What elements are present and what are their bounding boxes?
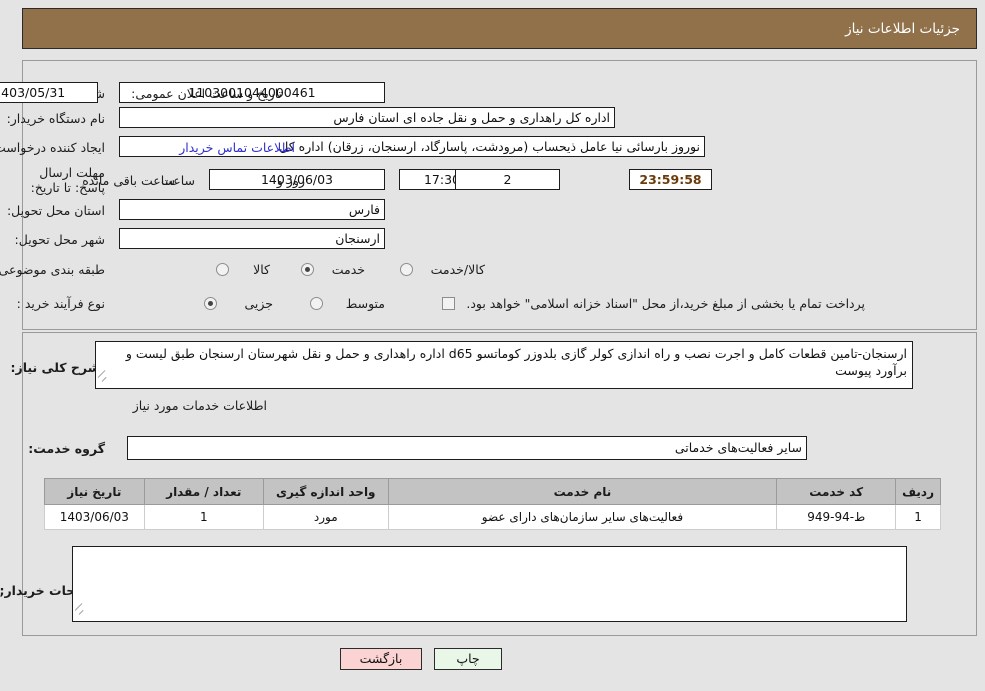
category-label: طبقه بندی موضوعی: xyxy=(0,262,105,277)
announcement-value: 1403/05/31 - 17:10 xyxy=(0,82,98,103)
process-label: نوع فرآیند خرید : xyxy=(16,296,105,311)
print-button[interactable]: چاپ xyxy=(434,648,502,670)
page-header: جزئیات اطلاعات نیاز xyxy=(22,8,977,49)
cell-unit: مورد xyxy=(262,504,389,530)
table-header-row: ردیف کد خدمت نام خدمت واحد اندازه گیری ت… xyxy=(44,478,941,505)
cell-radif: 1 xyxy=(895,504,941,530)
radio-label-kala-khedmat: کالا/خدمت xyxy=(430,262,485,277)
description-text: ارسنجان-تامین قطعات کامل و اجرت نصب و را… xyxy=(125,346,907,378)
buyer-contact-link[interactable]: اطلاعات تماس خریدار xyxy=(179,140,295,155)
page-root: جزئیات اطلاعات نیاز AnaTender.net شماره … xyxy=(0,0,985,691)
remaining-days-value: 2 xyxy=(455,169,560,190)
remaining-days-label: روز و xyxy=(276,173,305,188)
resize-grip-icon-2[interactable] xyxy=(75,610,85,620)
col-unit: واحد اندازه گیری xyxy=(262,478,389,505)
radio-label-kala: کالا xyxy=(253,262,270,277)
radio-label-motevaset: متوسط xyxy=(345,296,385,311)
radio-category-khedmat[interactable] xyxy=(301,263,314,276)
back-button[interactable]: بازگشت xyxy=(340,648,422,670)
province-label: استان محل تحویل: xyxy=(6,203,105,218)
radio-category-kala-khedmat[interactable] xyxy=(400,263,413,276)
countdown-value: 23:59:58 xyxy=(629,169,712,190)
payment-note-label: پرداخت تمام یا بخشی از مبلغ خرید،از محل … xyxy=(466,296,865,311)
radio-label-jozee: جزیی xyxy=(244,296,273,311)
buyer-org-value: اداره کل راهداری و حمل و نقل جاده ای است… xyxy=(119,107,615,128)
cell-code: ط-94-949 xyxy=(776,504,897,530)
announcement-label: تاریخ و ساعت اعلان عمومی: xyxy=(131,86,282,101)
services-table: ردیف کد خدمت نام خدمت واحد اندازه گیری ت… xyxy=(44,478,941,530)
col-radif: ردیف xyxy=(895,478,941,505)
radio-category-kala[interactable] xyxy=(216,263,229,276)
table-row: 1 ط-94-949 فعالیت‌های سایر سازمان‌های دا… xyxy=(44,504,941,530)
requester-label: ایجاد کننده درخواست: xyxy=(0,140,105,155)
page-title: جزئیات اطلاعات نیاز xyxy=(845,20,960,37)
city-value: ارسنجان xyxy=(119,228,385,249)
cell-name: فعالیت‌های سایر سازمان‌های دارای عضو xyxy=(387,504,778,530)
cell-qty: 1 xyxy=(143,504,264,530)
cell-date: 1403/06/03 xyxy=(44,504,145,530)
radio-process-jozee[interactable] xyxy=(204,297,217,310)
service-group-label: گروه خدمت: xyxy=(28,441,105,456)
countdown-label: ساعت باقی مانده xyxy=(82,173,175,188)
radio-label-khedmat: خدمت xyxy=(331,262,365,277)
city-label: شهر محل تحویل: xyxy=(14,232,105,247)
payment-note-checkbox[interactable] xyxy=(442,297,455,310)
services-section-title: اطلاعات خدمات مورد نیاز xyxy=(132,398,267,413)
buyer-org-label: نام دستگاه خریدار: xyxy=(6,111,105,126)
service-group-value: سایر فعالیت‌های خدماتی xyxy=(127,436,807,460)
resize-grip-icon[interactable] xyxy=(98,377,108,387)
description-label: شرح کلی نیاز: xyxy=(10,360,100,375)
buyer-comments-textarea[interactable] xyxy=(72,546,907,622)
col-code: کد خدمت xyxy=(776,478,897,505)
col-qty: تعداد / مقدار xyxy=(143,478,264,505)
province-value: فارس xyxy=(119,199,385,220)
col-name: نام خدمت xyxy=(387,478,778,505)
description-textarea[interactable]: ارسنجان-تامین قطعات کامل و اجرت نصب و را… xyxy=(95,341,913,389)
col-date: تاریخ نیاز xyxy=(44,478,145,505)
radio-process-motevaset[interactable] xyxy=(310,297,323,310)
